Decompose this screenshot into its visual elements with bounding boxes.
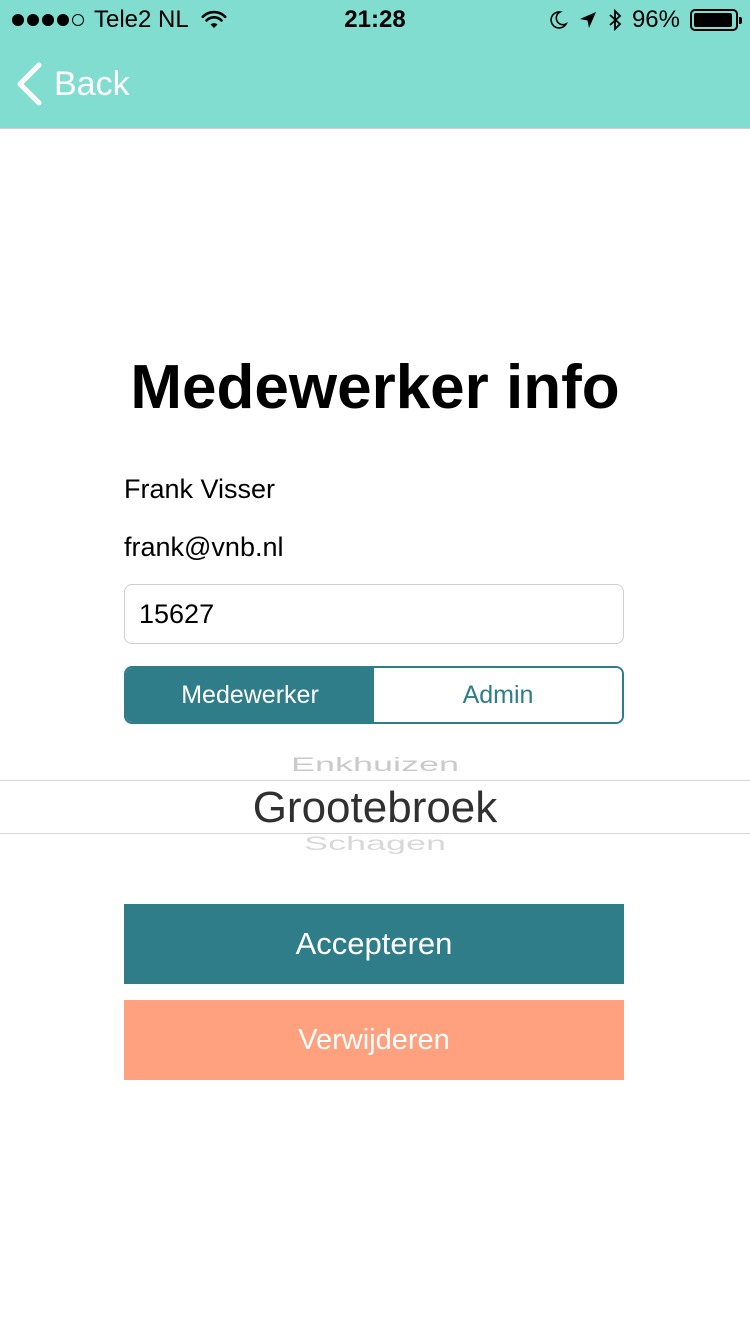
status-right: 96% xyxy=(548,6,742,34)
segment-medewerker[interactable]: Medewerker xyxy=(126,668,374,722)
status-bar: Tele2 NL 21:28 96% xyxy=(0,0,750,40)
back-button[interactable]: Back xyxy=(16,62,130,106)
location-picker[interactable]: Enkhuizen Grootebroek Schagen xyxy=(0,740,750,858)
location-arrow-icon xyxy=(579,12,596,28)
picker-option-next[interactable]: Schagen xyxy=(0,832,750,855)
delete-button[interactable]: Verwijderen xyxy=(124,1000,624,1080)
employee-number-input[interactable] xyxy=(124,584,624,644)
battery-percentage: 96% xyxy=(631,6,680,33)
battery-fill xyxy=(694,13,733,27)
picker-option-previous[interactable]: Enkhuizen xyxy=(0,753,750,776)
status-left: Tele2 NL xyxy=(12,6,227,34)
back-label: Back xyxy=(54,64,130,103)
accept-button[interactable]: Accepteren xyxy=(124,904,624,984)
chevron-left-icon xyxy=(17,62,42,106)
picker-divider-top xyxy=(0,780,750,781)
battery-icon xyxy=(690,9,742,31)
signal-strength-icon xyxy=(12,14,84,26)
carrier-name: Tele2 NL xyxy=(94,6,189,33)
navigation-bar: Tele2 NL 21:28 96% Back xyxy=(0,0,750,129)
page-title: Medewerker info xyxy=(130,353,620,422)
employee-name: Frank Visser xyxy=(124,474,276,504)
moon-icon xyxy=(550,11,568,29)
wifi-icon xyxy=(201,10,227,28)
employee-email: frank@vnb.nl xyxy=(124,532,284,562)
picker-option-selected[interactable]: Grootebroek xyxy=(0,782,750,834)
segment-admin[interactable]: Admin xyxy=(374,668,622,722)
role-segmented-control: Medewerker Admin xyxy=(124,666,624,724)
bluetooth-icon xyxy=(609,9,622,31)
